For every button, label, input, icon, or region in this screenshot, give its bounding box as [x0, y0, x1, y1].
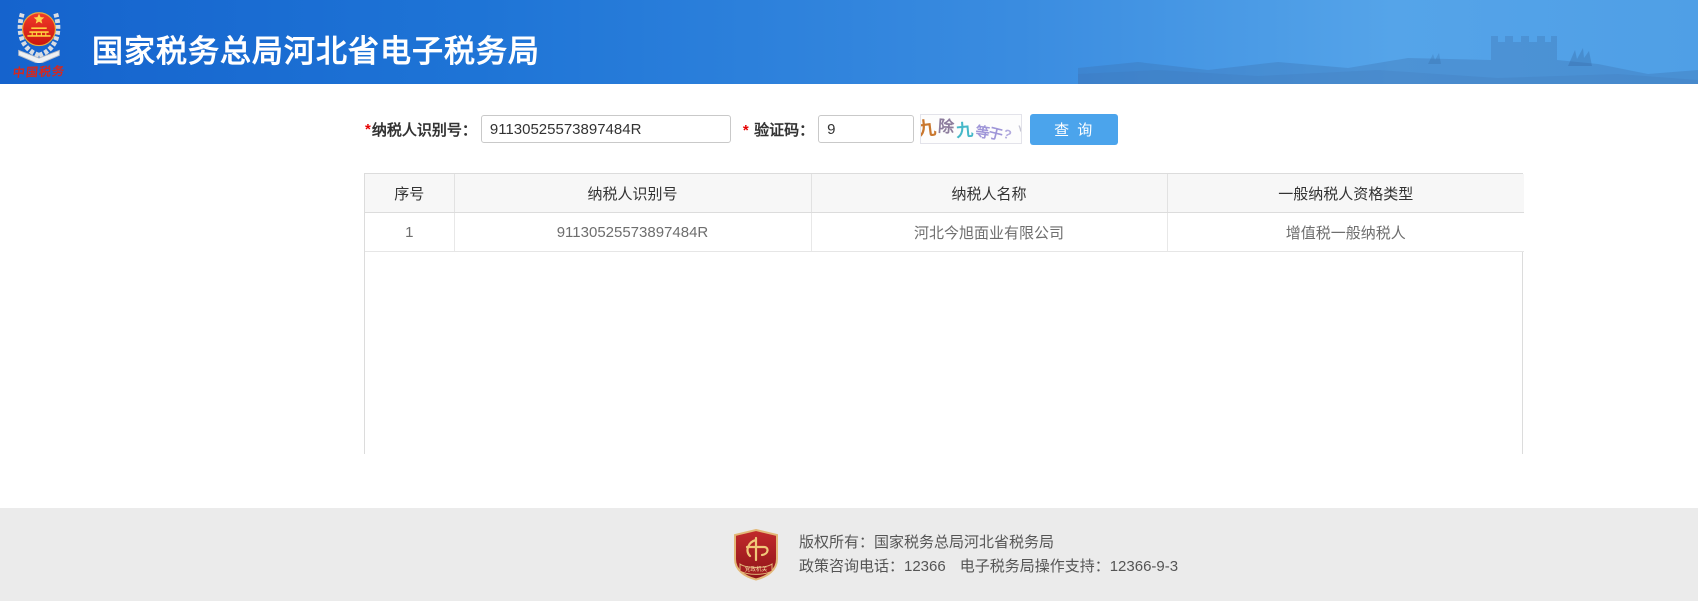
required-asterisk: *: [743, 122, 749, 139]
contact-line: 政策咨询电话：12366 电子税务局操作支持：12366-9-3: [799, 555, 1178, 579]
captcha-label: 验证码：: [754, 122, 814, 139]
copyright-text: 版权所有：国家税务总局河北省税务局: [799, 531, 1178, 555]
table-header-row: 序号 纳税人识别号 纳税人名称 一般纳税人资格类型: [365, 174, 1524, 213]
page-title: 国家税务总局河北省电子税务局: [92, 26, 540, 71]
table-row: 1 91130525573897484R 河北今旭面业有限公司 增值税一般纳税人: [365, 213, 1524, 252]
footer-content: 党政机关 版权所有：国家税务总局河北省税务局 政策咨询电话：12366 电子税务局…: [733, 508, 1178, 601]
tax-bureau-logo: 中国税务: [8, 5, 70, 80]
captcha-char: 九: [956, 121, 974, 139]
page-footer: 党政机关 版权所有：国家税务总局河北省税务局 政策咨询电话：12366 电子税务局…: [0, 508, 1698, 601]
column-header-taxpayer-name: 纳税人名称: [811, 174, 1167, 213]
cell-taxpayer-name: 河北今旭面业有限公司: [811, 213, 1167, 252]
header-banner: 中国税务 国家税务总局河北省电子税务局: [0, 0, 1698, 84]
table-empty-area: [365, 252, 1522, 457]
badge-label: 党政机关: [745, 565, 768, 573]
captcha-char: 九: [920, 118, 937, 139]
service-phone: 政策咨询电话：12366: [799, 558, 946, 575]
query-button[interactable]: 查 询: [1030, 114, 1118, 145]
captcha-label-group: * 验证码：: [743, 119, 814, 140]
captcha-image[interactable]: 九 除 九 等 于 ? 丶: [920, 114, 1022, 144]
results-table: 序号 纳税人识别号 纳税人名称 一般纳税人资格类型 1 911305255738…: [365, 174, 1524, 252]
required-asterisk: *: [365, 121, 371, 138]
results-table-container: 序号 纳税人识别号 纳税人名称 一般纳税人资格类型 1 911305255738…: [364, 173, 1523, 454]
government-badge-icon: 党政机关: [733, 529, 779, 581]
logo-caption: 中国税务: [7, 62, 71, 81]
cell-index: 1: [365, 213, 454, 252]
footer-text: 版权所有：国家税务总局河北省税务局 政策咨询电话：12366 电子税务局操作支持：…: [799, 531, 1178, 579]
captcha-input[interactable]: [818, 115, 914, 143]
support-phone: 电子税务局操作支持：12366-9-3: [960, 558, 1178, 575]
great-wall-decoration-icon: [1078, 0, 1698, 84]
column-header-index: 序号: [365, 174, 454, 213]
taxpayer-id-input[interactable]: [481, 115, 731, 143]
cell-taxpayer-id: 91130525573897484R: [454, 213, 811, 252]
column-header-taxpayer-id: 纳税人识别号: [454, 174, 811, 213]
column-header-qualification-type: 一般纳税人资格类型: [1167, 174, 1524, 213]
captcha-char: 丶: [1012, 122, 1023, 137]
cell-qualification-type: 增值税一般纳税人: [1167, 213, 1524, 252]
tax-emblem-icon: [11, 5, 67, 63]
query-form: * 纳税人识别号： * 验证码： 九 除 九 等 于 ? 丶 查 询: [365, 112, 1118, 146]
taxpayer-id-label: 纳税人识别号：: [372, 119, 477, 140]
captcha-char: 除: [938, 119, 955, 136]
